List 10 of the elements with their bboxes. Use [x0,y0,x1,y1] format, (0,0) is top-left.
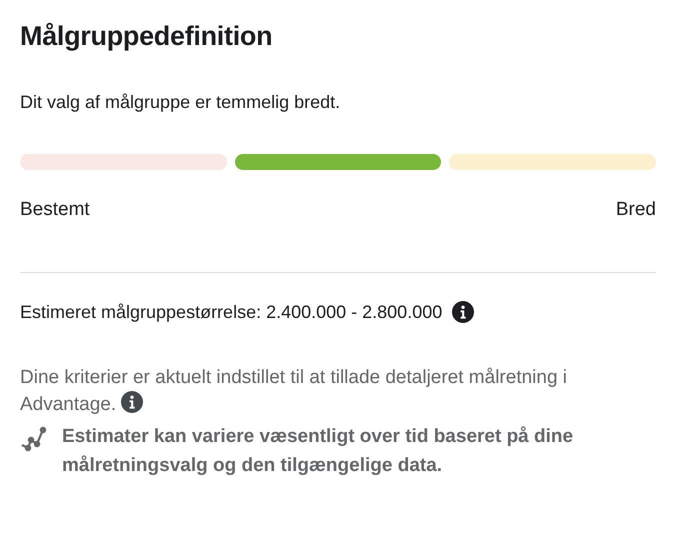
section-title: Målgruppedefinition [20,20,274,53]
summary-text: Dit valg af målgruppe er temmelig bredt. [20,91,342,114]
info-icon[interactable] [452,301,474,323]
max-label: Bred [616,198,656,222]
trend-icon [20,426,48,452]
min-label: Bestemt [20,198,90,222]
disclaimer-text: Estimater kan variere væsentligt over tid baseret på dine målretningsvalg og den tilgængelige data. [62,425,574,478]
info-icon[interactable] [121,391,144,413]
estimate-text: Estimeret målgruppestørrelse: 2.400.000 - 2.800.000 [20,301,442,324]
note-text: Dine kriterier er aktuelt indstillet til at tillade detaljeret målretning i Advantage. [20,366,568,417]
